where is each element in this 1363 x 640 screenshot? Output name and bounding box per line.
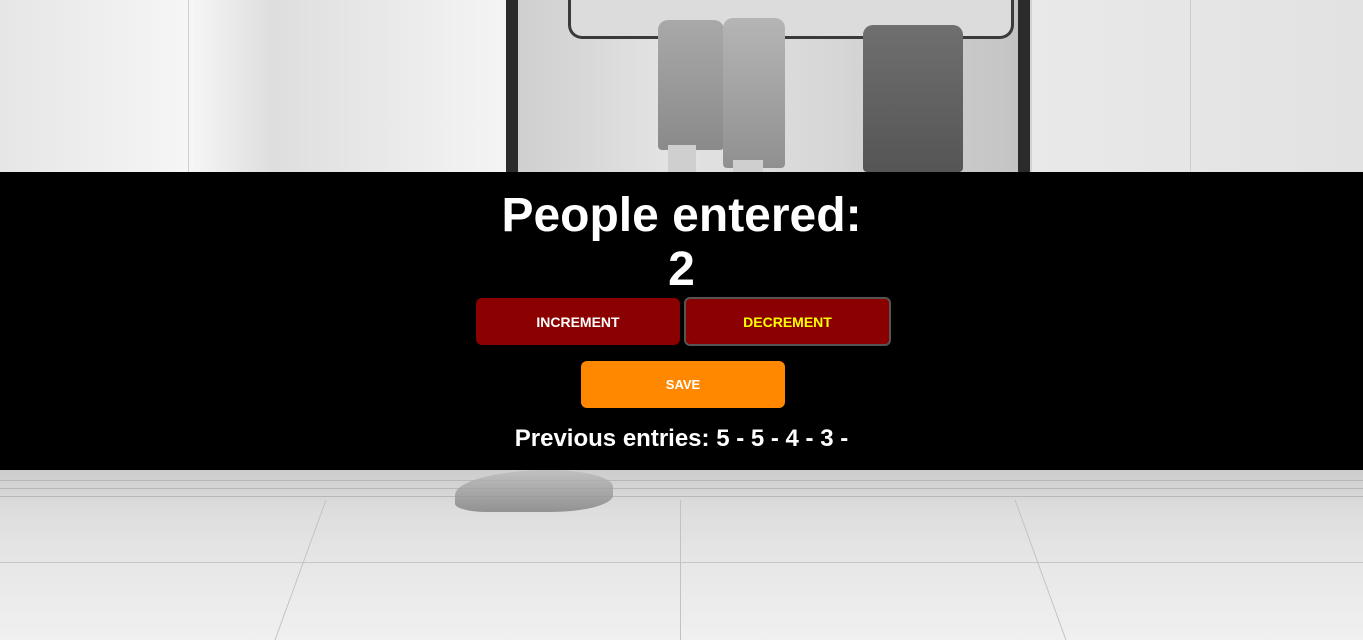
counter-value: 2 <box>668 243 695 296</box>
decrement-button[interactable]: DECREMENT <box>684 297 891 346</box>
counter-panel: People entered: 2 INCREMENT DECREMENT SA… <box>0 172 1363 470</box>
save-button[interactable]: SAVE <box>581 361 785 408</box>
previous-entries-label: Previous entries: <box>514 425 710 452</box>
increment-button[interactable]: INCREMENT <box>476 298 680 345</box>
background-train-door <box>506 0 1030 172</box>
previous-entries-values: 5 - 5 - 4 - 3 - <box>716 425 849 452</box>
counter-heading: People entered: <box>501 189 862 242</box>
background-floor <box>0 470 1363 640</box>
previous-entries: Previous entries: 5 - 5 - 4 - 3 - <box>0 425 1363 453</box>
